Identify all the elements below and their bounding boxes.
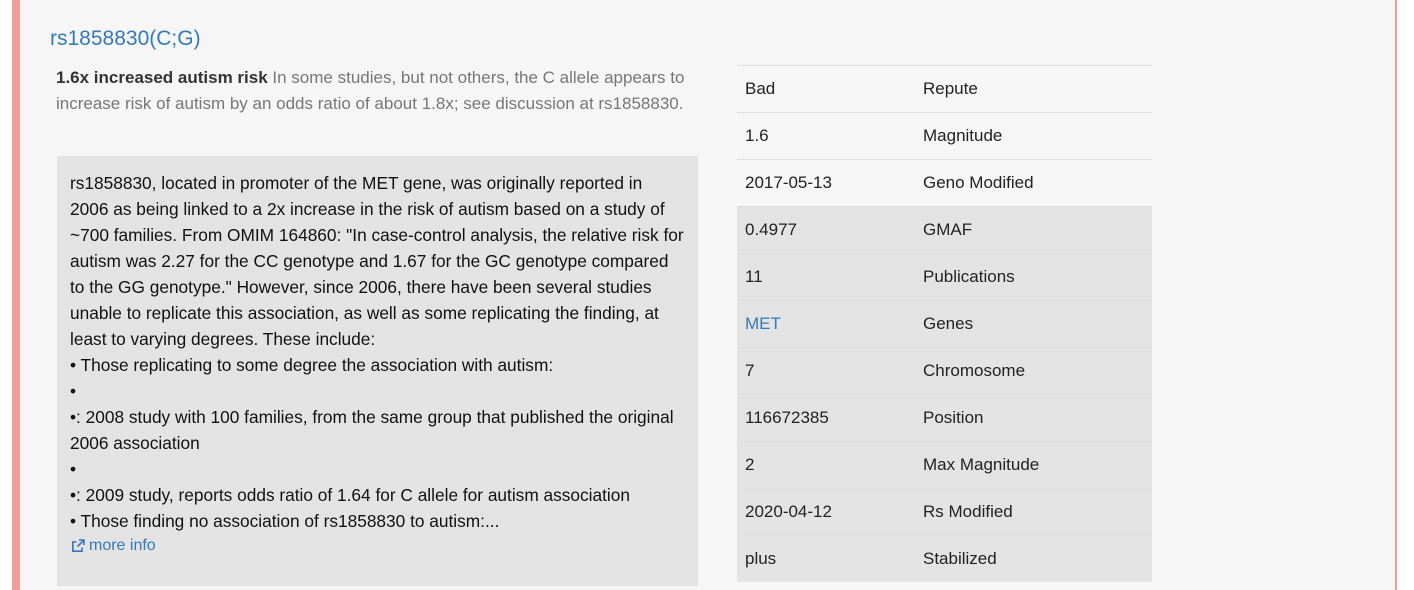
info-value: 2 [737, 441, 915, 489]
details-line: •: 2008 study with 100 families, from th… [70, 407, 674, 453]
summary-headline: 1.6x increased autism risk [56, 68, 268, 87]
genotype-card: rs1858830(C;G) 1.6x increased autism ris… [12, 0, 1397, 590]
info-row-max-magnitude: 2 Max Magnitude [737, 441, 1152, 489]
info-row-magnitude: 1.6 Magnitude [737, 112, 1152, 160]
info-value: Bad [737, 65, 915, 113]
info-label: Repute [915, 65, 1152, 113]
genotype-title-link[interactable]: rs1858830(C;G) [50, 27, 201, 51]
info-value: 116672385 [737, 394, 915, 442]
info-label: Stabilized [915, 535, 1152, 582]
info-label: Magnitude [915, 112, 1152, 160]
info-label: GMAF [915, 206, 1152, 254]
info-label: Position [915, 394, 1152, 442]
info-value: 0.4977 [737, 206, 915, 254]
details-line: •: 2009 study, reports odds ratio of 1.6… [70, 485, 630, 505]
info-row-position: 116672385 Position [737, 394, 1152, 442]
info-value: plus [737, 535, 915, 582]
info-label: Geno Modified [915, 159, 1152, 207]
info-row-repute: Bad Repute [737, 65, 1152, 113]
info-row-gmaf: 0.4977 GMAF [737, 206, 1152, 254]
external-link-icon [72, 539, 85, 552]
info-label: Rs Modified [915, 488, 1152, 536]
details-line: • [70, 381, 77, 401]
details-paragraph: rs1858830, located in promoter of the ME… [70, 173, 684, 349]
genotype-summary: 1.6x increased autism risk In some studi… [56, 65, 701, 117]
info-value-cell: MET [737, 300, 915, 348]
info-label: Max Magnitude [915, 441, 1152, 489]
info-value: 11 [737, 253, 915, 301]
snp-info-table: Bad Repute 1.6 Magnitude 2017-05-13 Geno… [737, 65, 1152, 582]
info-value: 2017-05-13 [737, 159, 915, 207]
info-value: 7 [737, 347, 915, 395]
more-info-link[interactable]: more info [70, 536, 156, 556]
info-row-publications: 11 Publications [737, 253, 1152, 301]
info-label: Chromosome [915, 347, 1152, 395]
info-row-chromosome: 7 Chromosome [737, 347, 1152, 395]
gene-link[interactable]: MET [745, 314, 781, 333]
info-row-genes: MET Genes [737, 300, 1152, 348]
details-panel: rs1858830, located in promoter of the ME… [57, 156, 698, 586]
details-line: • [70, 459, 77, 479]
info-label: Publications [915, 253, 1152, 301]
info-value: 1.6 [737, 112, 915, 160]
details-line: • Those finding no association of rs1858… [70, 511, 500, 531]
info-row-stabilized: plus Stabilized [737, 535, 1152, 582]
more-info-label: more info [89, 537, 156, 554]
info-row-geno-modified: 2017-05-13 Geno Modified [737, 159, 1152, 207]
details-line: • Those replicating to some degree the a… [70, 355, 554, 375]
info-value: 2020-04-12 [737, 488, 915, 536]
info-label: Genes [915, 300, 1152, 348]
info-row-rs-modified: 2020-04-12 Rs Modified [737, 488, 1152, 536]
